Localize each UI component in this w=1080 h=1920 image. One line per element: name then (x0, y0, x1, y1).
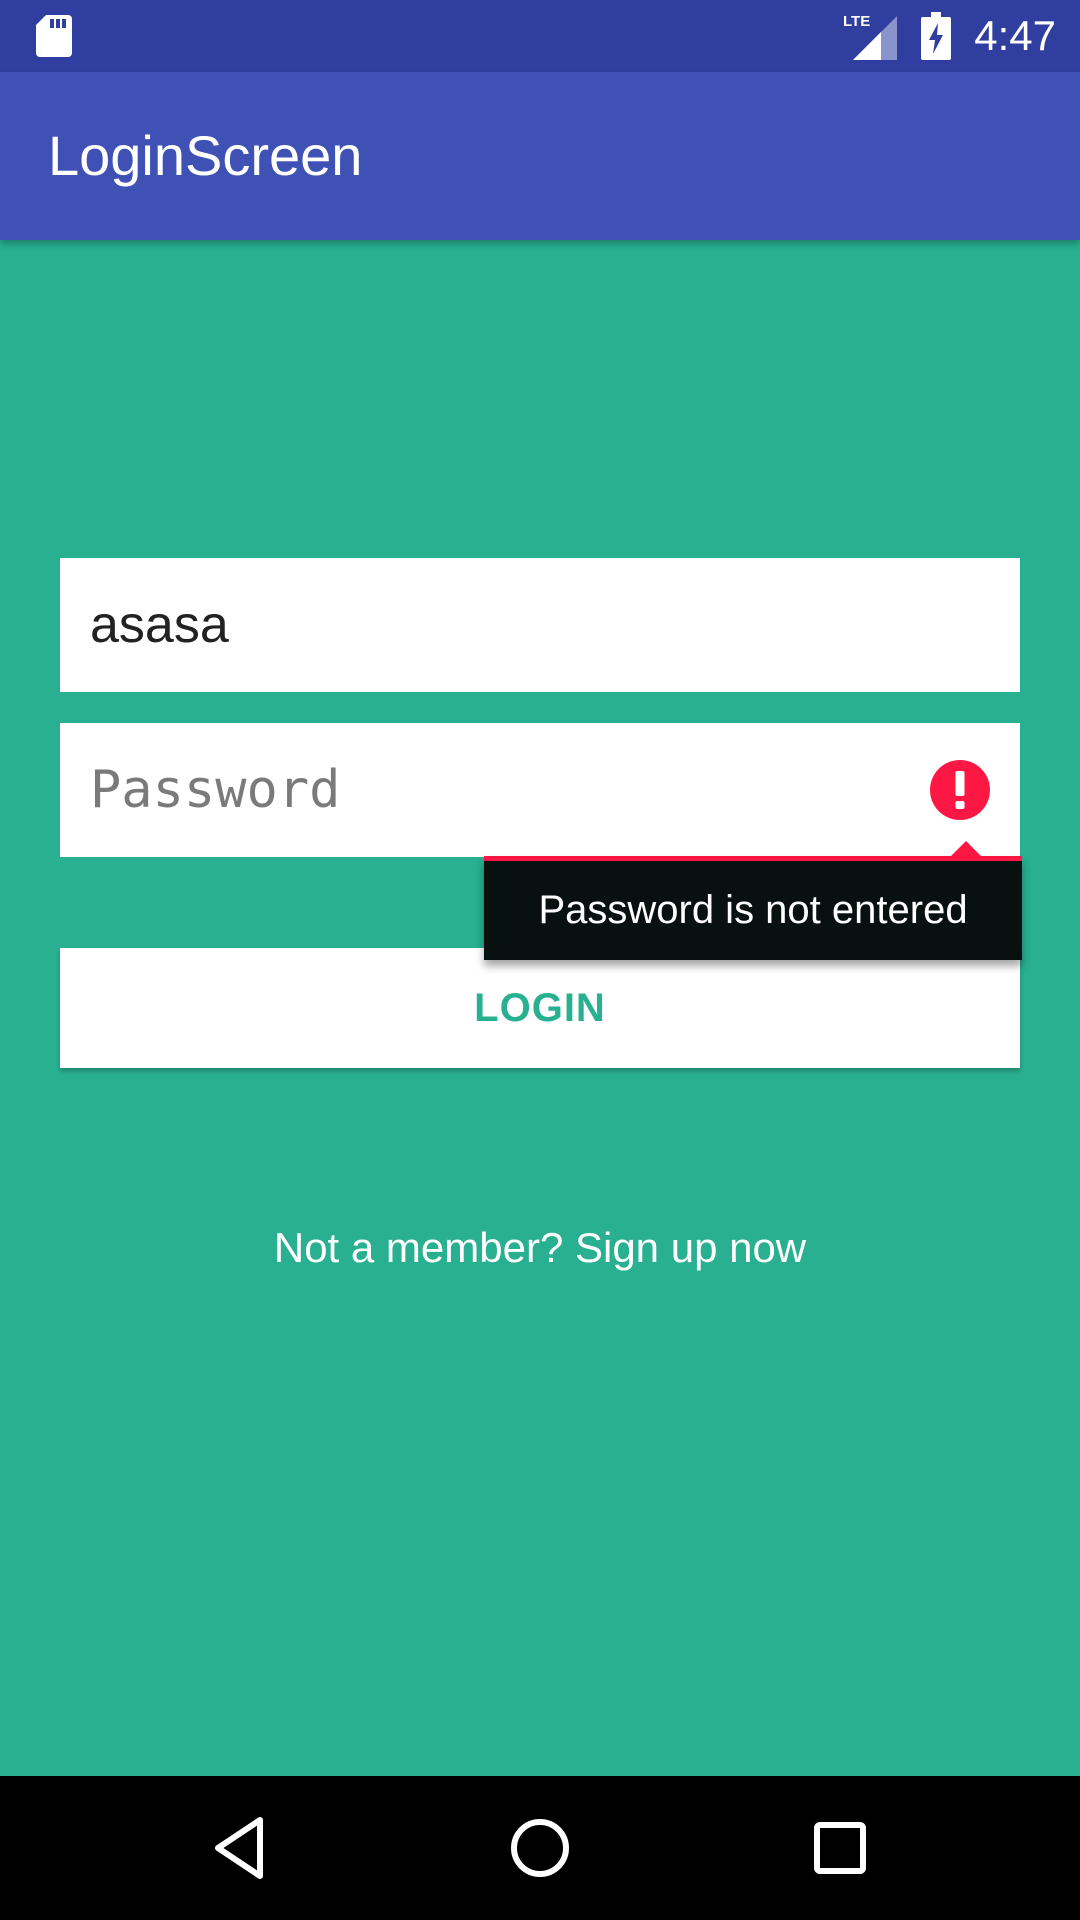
username-field[interactable] (60, 558, 1020, 692)
error-message: Password is not entered (538, 888, 968, 932)
status-bar: LTE 4:47 (0, 0, 1080, 72)
signup-link[interactable]: Not a member? Sign up now (0, 1220, 1080, 1276)
app-title: LoginScreen (48, 124, 363, 187)
username-input[interactable] (60, 558, 1020, 692)
sd-card-icon (36, 15, 72, 57)
password-error-popup: Password is not entered (484, 841, 1022, 960)
recents-icon[interactable] (800, 1808, 880, 1888)
password-field[interactable] (60, 723, 1020, 857)
login-button[interactable]: LOGIN (60, 948, 1020, 1068)
battery-charging-icon (921, 12, 951, 60)
clock: 4:47 (974, 12, 1056, 59)
app-bar: LoginScreen (0, 72, 1080, 240)
back-icon[interactable] (200, 1808, 280, 1888)
navigation-bar (0, 1776, 1080, 1920)
svg-text:LTE: LTE (843, 13, 870, 30)
error-pointer (950, 841, 982, 857)
home-icon[interactable] (500, 1808, 580, 1888)
lte-signal-icon: LTE (843, 13, 897, 60)
error-exclamation-icon (930, 760, 990, 820)
password-input[interactable] (60, 723, 1020, 857)
